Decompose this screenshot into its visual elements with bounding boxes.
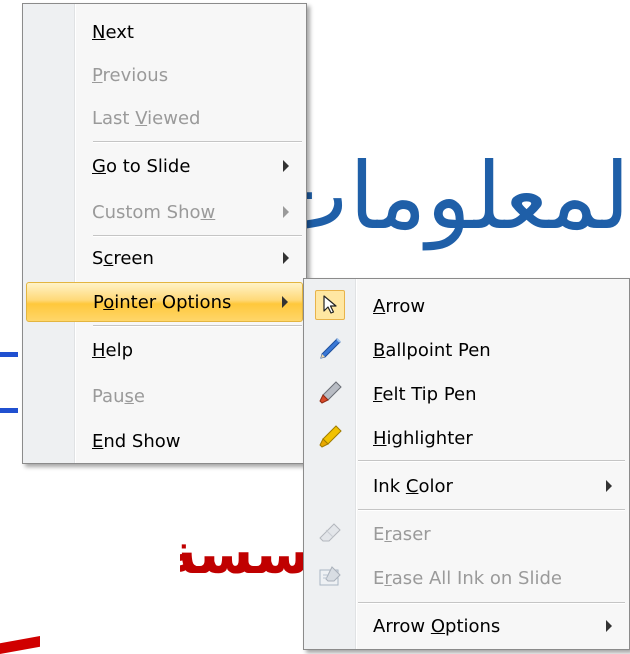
menu-item-label: Go to Slide bbox=[92, 155, 191, 177]
menu-item-last-viewed[interactable]: Last Viewed bbox=[26, 98, 303, 138]
menu-separator bbox=[358, 602, 625, 604]
menu-item-end-show[interactable]: End Show bbox=[26, 421, 303, 461]
menu-item-help[interactable]: Help bbox=[26, 330, 303, 370]
slideshow-context-menu: Next Previous Last Viewed Go to Slide Cu… bbox=[22, 3, 307, 464]
menu-item-pause[interactable]: Pause bbox=[26, 376, 303, 416]
menu-item-label: Highlighter bbox=[373, 427, 473, 449]
menu-separator bbox=[358, 509, 625, 511]
highlighter-icon bbox=[315, 422, 345, 452]
menu-item-erase-all-ink[interactable]: Erase All Ink on Slide bbox=[307, 558, 626, 598]
menu-item-label: Pointer Options bbox=[93, 291, 232, 313]
ballpoint-pen-icon bbox=[315, 334, 345, 364]
menu-item-label: Last Viewed bbox=[92, 107, 201, 129]
menu-item-arrow-options[interactable]: Arrow Options bbox=[307, 606, 626, 646]
submenu-arrow-icon bbox=[282, 296, 288, 308]
erase-all-ink-icon bbox=[315, 562, 345, 592]
menu-item-ballpoint-pen[interactable]: Ballpoint Pen bbox=[307, 330, 626, 370]
submenu-arrow-icon bbox=[283, 206, 289, 218]
menu-item-next[interactable]: Next bbox=[26, 12, 303, 52]
menu-item-pointer-options[interactable]: Pointer Options bbox=[26, 282, 303, 322]
submenu-arrow-icon bbox=[606, 620, 612, 632]
menu-item-label: Previous bbox=[92, 64, 169, 86]
slide-red-mark bbox=[0, 636, 40, 654]
arrow-pointer-icon bbox=[315, 290, 345, 320]
menu-item-arrow[interactable]: Arrow bbox=[307, 286, 626, 326]
menu-item-previous[interactable]: Previous bbox=[26, 55, 303, 95]
menu-separator bbox=[93, 235, 302, 237]
menu-item-label: Erase All Ink on Slide bbox=[373, 567, 562, 589]
menu-item-label: Pause bbox=[92, 385, 145, 407]
menu-item-label: Eraser bbox=[373, 523, 431, 545]
slide-title-text: لمعلومات bbox=[300, 143, 630, 250]
menu-item-label: Ink Color bbox=[373, 475, 453, 497]
slide-bullet-mark bbox=[0, 408, 18, 413]
menu-item-label: Next bbox=[92, 21, 134, 43]
menu-item-ink-color[interactable]: Ink Color bbox=[307, 466, 626, 506]
submenu-arrow-icon bbox=[606, 480, 612, 492]
menu-separator bbox=[358, 460, 625, 462]
menu-item-felt-tip-pen[interactable]: Felt Tip Pen bbox=[307, 374, 626, 414]
menu-item-highlighter[interactable]: Highlighter bbox=[307, 418, 626, 458]
menu-item-label: Screen bbox=[92, 247, 154, 269]
slide-bullet-mark bbox=[0, 352, 18, 357]
menu-item-label: Ballpoint Pen bbox=[373, 339, 491, 361]
felt-tip-pen-icon bbox=[315, 378, 345, 408]
menu-item-go-to-slide[interactable]: Go to Slide bbox=[26, 146, 303, 186]
submenu-arrow-icon bbox=[283, 252, 289, 264]
menu-item-label: Help bbox=[92, 339, 134, 361]
menu-item-custom-show[interactable]: Custom Show bbox=[26, 192, 303, 232]
submenu-arrow-icon bbox=[283, 160, 289, 172]
menu-separator bbox=[93, 325, 302, 327]
eraser-icon bbox=[315, 518, 345, 548]
menu-item-label: Arrow Options bbox=[373, 615, 501, 637]
slide-subtitle-text: سسة bbox=[180, 522, 310, 587]
pointer-options-submenu: Arrow Ballpoint Pen Felt Tip Pen Highlig… bbox=[303, 278, 630, 650]
menu-item-label: Arrow bbox=[373, 295, 426, 317]
menu-separator bbox=[93, 141, 302, 143]
menu-item-label: End Show bbox=[92, 430, 181, 452]
menu-item-label: Custom Show bbox=[92, 201, 216, 223]
menu-item-screen[interactable]: Screen bbox=[26, 238, 303, 278]
menu-item-eraser[interactable]: Eraser bbox=[307, 514, 626, 554]
menu-item-label: Felt Tip Pen bbox=[373, 383, 477, 405]
